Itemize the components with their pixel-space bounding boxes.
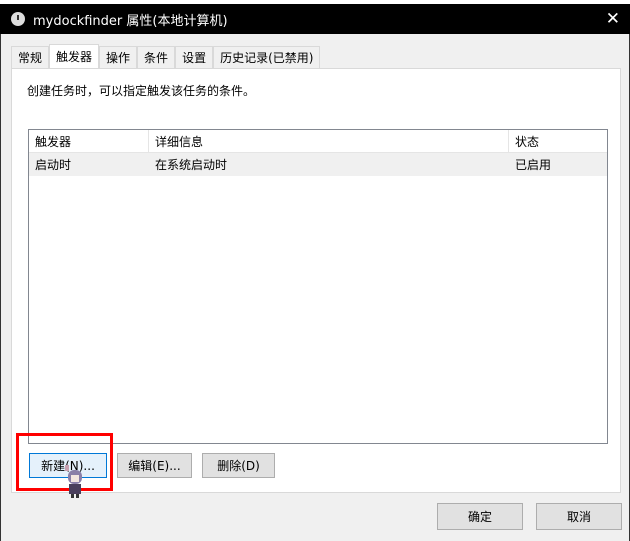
column-header-status[interactable]: 状态 [509,130,587,152]
clock-icon [11,12,25,26]
cell-trigger: 启动时 [35,158,72,172]
table-row[interactable]: 启动时 在系统启动时 已启用 [29,153,607,176]
tab-triggers[interactable]: 触发器 [49,44,100,68]
tab-bar: 常规 触发器 操作 条件 设置 历史记录(已禁用) [11,44,321,68]
cancel-button[interactable]: 取消 [536,503,622,530]
cell-status: 已启用 [515,158,552,172]
tab-actions[interactable]: 操作 [99,46,138,68]
edit-button[interactable]: 编辑(E)... [117,453,192,478]
list-header: 触发器 详细信息 状态 [29,130,607,153]
column-header-trigger[interactable]: 触发器 [29,130,149,152]
trigger-list[interactable]: 触发器 详细信息 状态 启动时 在系统启动时 已启用 [28,129,608,444]
cell-details: 在系统启动时 [155,158,228,172]
properties-dialog: 常规 触发器 操作 条件 设置 历史记录(已禁用) 创建任务时，可以指定触发该任… [0,34,630,541]
tab-history[interactable]: 历史记录(已禁用) [213,46,321,68]
mascot-cursor-icon [65,465,82,498]
delete-button[interactable]: 删除(D) [202,453,275,478]
tab-general[interactable]: 常规 [11,46,50,68]
description-text: 创建任务时，可以指定触发该任务的条件。 [27,84,256,98]
tab-conditions[interactable]: 条件 [137,46,176,68]
tab-settings[interactable]: 设置 [175,46,214,68]
close-button[interactable]: ✕ [606,9,620,29]
ok-button[interactable]: 确定 [437,503,523,530]
triggers-panel: 创建任务时，可以指定触发该任务的条件。 触发器 详细信息 状态 启动时 在系统启… [11,68,621,493]
column-header-details[interactable]: 详细信息 [149,130,509,152]
window-title: mydockfinder 属性(本地计算机) [33,13,228,29]
title-bar: mydockfinder 属性(本地计算机) ✕ [0,4,630,34]
